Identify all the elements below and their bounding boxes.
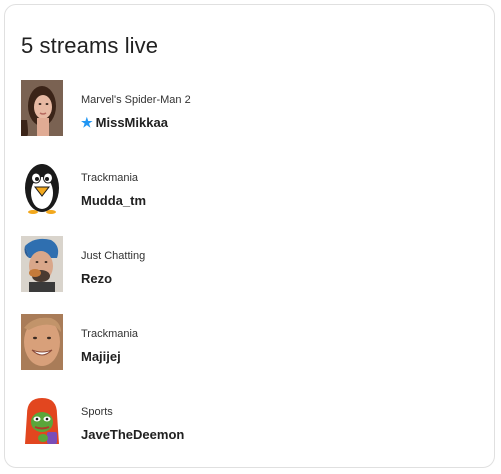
stream-meta: Just Chatting Rezo	[81, 250, 145, 286]
avatar[interactable]	[21, 314, 63, 370]
stream-game: Trackmania	[81, 328, 139, 340]
stream-game: Sports	[81, 406, 113, 418]
stream-name-row: ★ MissMikkaa	[81, 115, 191, 130]
woman-portrait-icon	[21, 80, 63, 136]
streamer-name: MissMikkaa	[95, 115, 168, 130]
stream-item[interactable]: Just Chatting Rezo	[21, 236, 481, 292]
stream-item[interactable]: Marvel's Spider-Man 2 ★ MissMikkaa	[21, 80, 481, 136]
live-streams-card: 5 streams live Marvel's Spider-Man 2 ★ Mi…	[4, 4, 495, 468]
stream-game: Trackmania	[81, 172, 139, 184]
card-title: 5 streams live	[21, 33, 159, 58]
stream-item[interactable]: Trackmania Majijej	[21, 314, 481, 370]
streamer-name: Rezo	[81, 271, 113, 286]
avatar[interactable]	[21, 80, 63, 136]
penguin-cartoon-icon	[21, 158, 63, 214]
stream-meta: Sports JaveTheDeemon	[81, 406, 184, 442]
avatar[interactable]	[21, 158, 63, 214]
stream-meta: Marvel's Spider-Man 2 ★ MissMikkaa	[81, 94, 191, 130]
star-icon: ★	[81, 115, 93, 130]
stream-meta: Trackmania Majijej	[81, 328, 138, 364]
stream-game: Marvel's Spider-Man 2	[81, 94, 191, 106]
blue-haired-man-portrait-icon	[21, 236, 63, 292]
smiling-face-portrait-icon	[21, 314, 63, 370]
streamer-name: JaveTheDeemon	[81, 427, 185, 442]
stream-meta: Trackmania Mudda_tm	[81, 172, 146, 208]
stream-item[interactable]: Sports JaveTheDeemon	[21, 392, 481, 448]
streamer-name: Majijej	[81, 349, 121, 364]
streamer-name: Mudda_tm	[81, 193, 146, 208]
pepe-frog-hoodie-icon	[21, 392, 63, 448]
avatar[interactable]	[21, 392, 63, 448]
stream-game: Just Chatting	[81, 250, 146, 262]
stream-item[interactable]: Trackmania Mudda_tm	[21, 158, 481, 214]
avatar[interactable]	[21, 236, 63, 292]
